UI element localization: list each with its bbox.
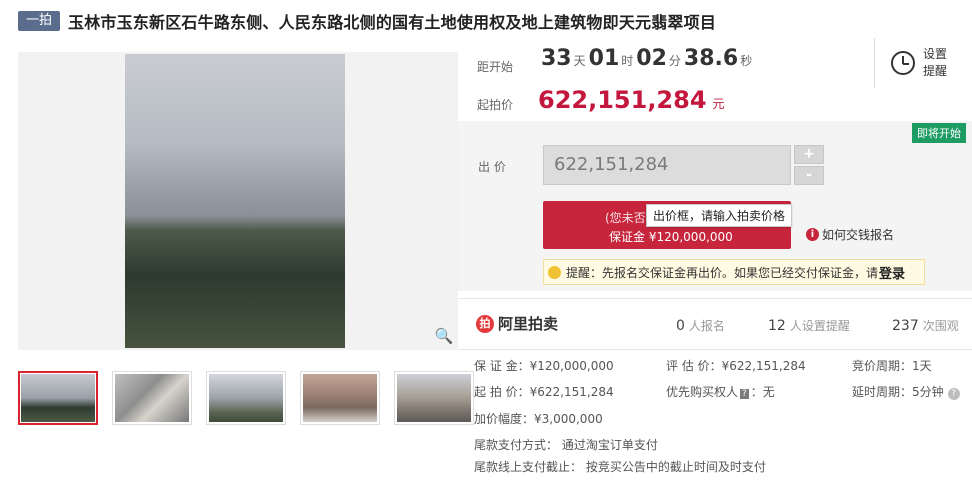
brand-name: 阿里拍卖 — [498, 315, 559, 333]
appraisal-info: 评 估 价：¥622,151,284 — [666, 359, 806, 373]
increase-bid-button[interactable]: + — [794, 145, 824, 164]
signups-label: 人报名 — [688, 319, 725, 333]
start-price-unit: 元 — [712, 97, 725, 111]
countdown-hours: 01 — [588, 46, 620, 71]
thumbnail[interactable] — [394, 371, 474, 425]
ali-auction-logo-icon: 拍 — [476, 314, 494, 333]
info-icon: i — [806, 228, 819, 241]
countdown-days: 33 — [541, 46, 572, 71]
reminders-stat: 12 人设置提醒 — [768, 317, 850, 334]
bid-stepper: + - — [794, 145, 824, 185]
tip-text: 提醒：先报名交保证金再出价。如果您已经交付保证金，请 — [566, 265, 879, 280]
title-row: 一拍 玉林市玉东新区石牛路东侧、人民东路北侧的国有土地使用权及地上建筑物即天元翡… — [18, 8, 716, 34]
alarm-clock-icon — [891, 51, 915, 75]
bid-input-tooltip: 出价框，请输入拍卖价格 — [646, 204, 793, 227]
thumbnail-image — [21, 374, 95, 422]
priority-buyer-info: 优先购买权人? ：无 — [666, 383, 775, 400]
cycle-info: 竞价周期：1天 — [852, 359, 932, 373]
signups-stat: 0 人报名 — [676, 317, 725, 334]
views-count: 237 — [892, 318, 919, 334]
thumbnail[interactable] — [206, 371, 286, 425]
views-label: 次围观 — [922, 319, 959, 333]
how-to-register-label: 如何交钱报名 — [822, 228, 895, 242]
countdown-hours-unit: 时 — [621, 54, 634, 68]
decrease-bid-button[interactable]: - — [794, 166, 824, 185]
register-button-label: (您未否 — [605, 211, 646, 225]
thumbnail[interactable] — [300, 371, 380, 425]
priority-buyer-value: ：无 — [750, 385, 775, 399]
ali-auction-logo: 拍 阿里拍卖 — [476, 313, 558, 334]
page-title: 玉林市玉东新区石牛路东侧、人民东路北侧的国有土地使用权及地上建筑物即天元翡翠项目 — [68, 13, 717, 32]
delay-info: 延时周期：5分钟? — [852, 383, 960, 400]
reminders-label: 人设置提醒 — [789, 319, 850, 333]
bid-price-input[interactable]: 622,151,284 — [543, 145, 791, 185]
views-stat: 237 次围观 — [892, 317, 959, 334]
zoom-icon[interactable]: 🔍 — [434, 326, 454, 346]
set-reminder-label: 设置提醒 — [923, 47, 948, 78]
increment-info: 加价幅度：¥3,000,000 — [474, 412, 603, 426]
thumbnail-image — [209, 374, 283, 422]
countdown-seconds-unit: 秒 — [740, 54, 753, 68]
lightbulb-icon — [548, 265, 561, 279]
thumbnail-image — [397, 374, 471, 422]
thumbnail-image — [303, 374, 377, 422]
countdown-seconds: 38.6 — [683, 46, 739, 71]
thumbnail[interactable] — [18, 371, 98, 425]
deposit-reminder-tip: 提醒：先报名交保证金再出价。如果您已经交付保证金，请 登录 — [543, 259, 925, 285]
thumbnail-image — [115, 374, 189, 422]
start-price: 622,151,284 元 — [538, 86, 725, 114]
delay-label: 延时周期：5分钟 — [852, 385, 944, 399]
deposit-amount-label: 保证金 ¥120,000,000 — [609, 230, 733, 244]
info-tag-icon[interactable]: ? — [740, 389, 749, 399]
countdown-label: 距开始 — [477, 60, 514, 74]
start-price-label: 起拍价 — [477, 98, 514, 112]
thumbnail[interactable] — [112, 371, 192, 425]
thumbnail-strip — [18, 371, 474, 425]
status-badge: 即将开始 — [912, 123, 966, 143]
bid-label: 出 价 — [478, 160, 506, 174]
help-icon[interactable]: ? — [947, 388, 960, 400]
login-link[interactable]: 登录 — [879, 263, 905, 282]
start-price-value: 622,151,284 — [538, 86, 707, 114]
deposit-info: 保 证 金：¥120,000,000 — [474, 359, 614, 373]
how-to-register-link[interactable]: i 如何交钱报名 — [806, 226, 894, 243]
priority-buyer-label: 优先购买权人 — [666, 385, 739, 399]
payment-deadline-info: 尾款线上支付截止： 按竞买公告中的截止时间及时支付 — [474, 460, 766, 474]
payment-method-info: 尾款支付方式： 通过淘宝订单支付 — [474, 438, 658, 452]
start-price-info: 起 拍 价：¥622,151,284 — [474, 385, 614, 399]
set-reminder-button[interactable]: 设置提醒 — [874, 38, 970, 88]
reminders-count: 12 — [768, 318, 786, 334]
countdown-minutes: 02 — [636, 46, 667, 71]
countdown-days-unit: 天 — [573, 54, 586, 68]
signups-count: 0 — [676, 318, 685, 334]
main-photo[interactable] — [125, 54, 345, 348]
countdown-timer: 33 天 01 时 02 分 38.6 秒 — [541, 46, 755, 71]
countdown-minutes-unit: 分 — [668, 54, 681, 68]
auction-round-badge: 一拍 — [18, 11, 61, 31]
stats-bar: 拍 阿里拍卖 0 人报名 12 人设置提醒 237 次围观 — [458, 298, 972, 350]
main-photo-viewer[interactable]: 🔍 — [18, 52, 458, 350]
